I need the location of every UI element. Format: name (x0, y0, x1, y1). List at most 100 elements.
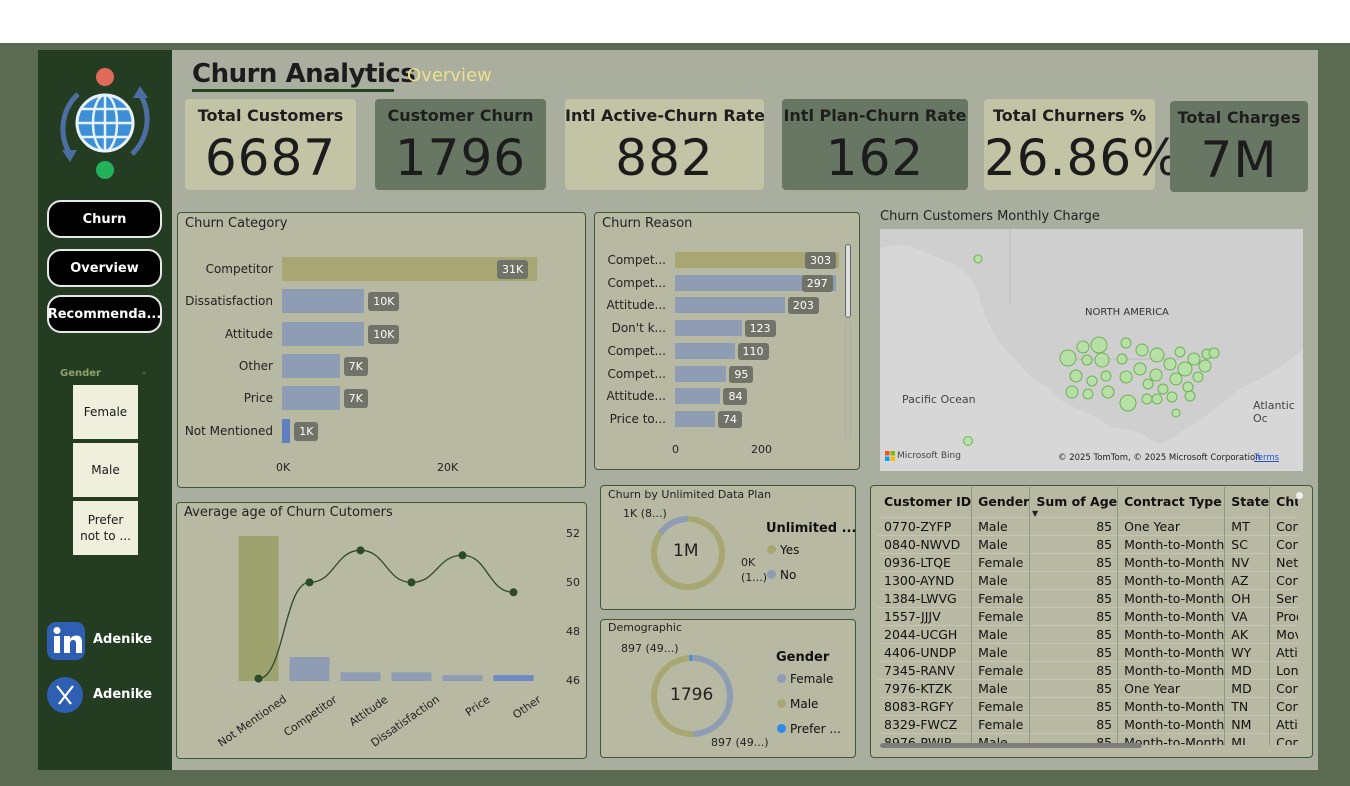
table-vertical-scrollbar[interactable] (1296, 492, 1303, 499)
kpi-label: Total Customers (197, 106, 344, 125)
nav-overview-button[interactable]: Overview (47, 249, 162, 287)
table-cell: Female (971, 588, 1031, 607)
reason-label: Don't k... (611, 321, 666, 336)
data-label: 10K (368, 292, 400, 312)
reason-bar[interactable] (675, 388, 721, 405)
legend-label: No (780, 568, 797, 582)
map-terms-link[interactable]: Terms (1254, 453, 1279, 463)
table-cell: Month-to-Month (1117, 588, 1226, 607)
bar-dissatisfaction[interactable] (282, 289, 365, 314)
table-row[interactable]: 7345-RANV Female 85 Month-to-Month MD Lon (878, 660, 1298, 679)
age-point[interactable] (254, 674, 263, 683)
table-row[interactable]: 1300-AYNDMale85Month-to-MonthAZCon (878, 570, 1298, 589)
age-bar[interactable] (391, 672, 432, 681)
table-cell: 0936-LTQE (878, 552, 973, 571)
x-tick: 20K (437, 461, 459, 474)
legend-item-no[interactable]: No (767, 568, 796, 582)
age-bar[interactable] (493, 675, 534, 681)
table-cell: 2044-UCGH (878, 624, 973, 643)
reason-bar[interactable] (675, 365, 727, 382)
legend-title: Gender (776, 650, 830, 665)
churn-reason-scrollbar[interactable] (845, 244, 851, 318)
table-cell: 0770-ZYFP (878, 516, 973, 535)
gender-option-female[interactable]: Female (73, 385, 138, 439)
reason-label: Attitude... (606, 298, 667, 313)
table-header-row: Customer ID Gender Sum of Age Contract Type… (878, 487, 1298, 517)
age-point[interactable] (407, 578, 416, 587)
age-bar[interactable] (442, 675, 483, 681)
x-twitter-icon[interactable] (47, 677, 83, 713)
donut-center-value: 1M (673, 541, 699, 561)
table-cell: Month-to-Month (1117, 552, 1226, 571)
bar-other[interactable] (282, 353, 340, 378)
category-label: Competitor (205, 262, 273, 276)
kpi-value: 7M (1200, 131, 1278, 189)
reason-bar[interactable] (675, 410, 716, 427)
bar-price[interactable] (282, 386, 340, 411)
donut-slice-no[interactable] (658, 516, 689, 535)
table-row[interactable]: 2044-UCGHMale85Month-to-MonthAKMov (878, 624, 1298, 643)
age-bar[interactable] (340, 672, 381, 681)
table-cell: Mov (1269, 624, 1298, 643)
age-point[interactable] (356, 546, 365, 555)
table-row[interactable]: 4406-UNDP Male 85 Month-to-Month WY Atti (878, 642, 1298, 661)
category-label: Price (243, 391, 273, 406)
sort-desc-icon[interactable]: ▼ (1032, 509, 1038, 518)
table-cell: Lon (1269, 660, 1298, 679)
table-row[interactable]: 7976-KTZKMale85One YearMDCon (878, 678, 1298, 697)
x-name[interactable]: Adenike (93, 687, 152, 702)
table-row[interactable]: 0936-LTQE Female 85 Month-to-Month NV Net (878, 552, 1298, 571)
table-row[interactable]: 0770-ZYFPMale85One YearMTCon (878, 516, 1298, 535)
gender-option-prefer-not[interactable]: Prefer not to ... (73, 501, 138, 555)
table-row[interactable]: 0840-NWVDMale85Month-to-MonthSCCon (878, 534, 1298, 553)
reason-bar[interactable] (675, 342, 735, 359)
age-bar[interactable] (238, 536, 279, 681)
column-header[interactable]: Contract Type (1117, 487, 1226, 517)
gender-option-male[interactable]: Male (73, 443, 138, 497)
bar-not-mentioned[interactable] (282, 418, 291, 443)
table-cell: Con (1269, 696, 1298, 715)
age-point[interactable] (509, 588, 518, 597)
legend-item-male[interactable]: Male (777, 697, 818, 711)
reason-label: Compet... (607, 343, 666, 358)
reason-bar[interactable] (675, 320, 742, 337)
linkedin-name[interactable]: Adenike (93, 632, 152, 647)
linkedin-icon[interactable] (47, 622, 85, 660)
reason-bar[interactable] (675, 297, 785, 314)
nav-churn-button[interactable]: Churn (47, 200, 162, 238)
column-header[interactable]: Gender (971, 487, 1031, 517)
age-point[interactable] (458, 551, 467, 560)
kpi-value: 882 (615, 129, 714, 187)
table-row[interactable]: 8329-FWCZ Female 85 Month-to-Month NM Atti (878, 714, 1298, 733)
bar-attitude[interactable] (282, 321, 365, 346)
column-header[interactable]: State (1224, 487, 1271, 517)
churn-map[interactable]: NORTH AMERICA Pacific Ocean Atlantic Oc (880, 229, 1303, 471)
legend-title: Unlimited ... (766, 521, 857, 536)
table-cell: Month-to-Month (1117, 606, 1226, 625)
table-cell: 0840-NWVD (878, 534, 973, 553)
table-cell: 4406-UNDP (878, 642, 973, 661)
legend-item-yes[interactable]: Yes (767, 543, 799, 557)
nav-recommendations-button[interactable]: Recommenda... (47, 295, 162, 333)
chevron-down-icon[interactable]: ⌄ (140, 366, 148, 377)
kpi-total-charges: Total Charges 7M (1170, 101, 1308, 192)
table-row[interactable]: 8083-RGFYFemale85Month-to-MonthTNCon (878, 696, 1298, 715)
table-cell: 1300-AYND (878, 570, 973, 589)
table-cell: Month-to-Month (1117, 696, 1226, 715)
customer-table[interactable]: Customer ID Gender Sum of Age Contract Type… (878, 487, 1298, 745)
table-cell: Male (971, 678, 1031, 697)
legend-item-female[interactable]: Female (777, 672, 833, 686)
table-cell: Prod (1269, 606, 1298, 625)
table-cell: TN (1224, 696, 1271, 715)
column-header[interactable]: Chu (1269, 487, 1298, 517)
table-row[interactable]: 1384-LWVGFemale85Month-to-MonthOHServ (878, 588, 1298, 607)
legend-item-prefer[interactable]: Prefer ... (777, 722, 841, 736)
table-horizontal-scrollbar[interactable] (880, 743, 1142, 748)
table-row[interactable]: 1557-JJJVFemale85Month-to-MonthVAProd (878, 606, 1298, 625)
age-bar[interactable] (289, 657, 330, 681)
column-header[interactable]: Sum of Age (1029, 487, 1119, 517)
age-point[interactable] (305, 578, 314, 587)
map-bubbles[interactable] (880, 229, 1303, 471)
donut-label: (1...) (741, 571, 768, 584)
column-header[interactable]: Customer ID (878, 487, 973, 517)
